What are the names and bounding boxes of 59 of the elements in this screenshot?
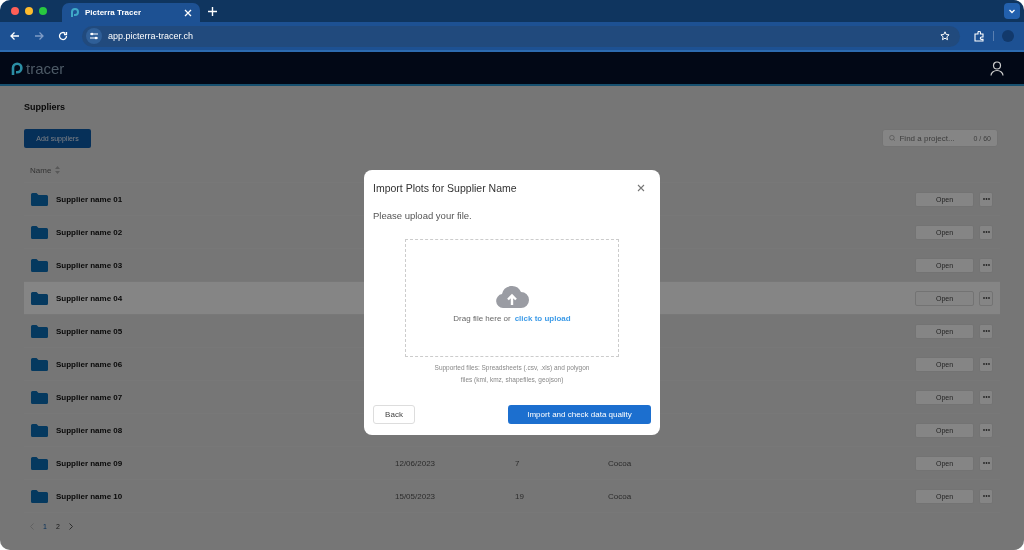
forward-arrow-icon[interactable] — [34, 31, 44, 41]
folder-icon — [31, 390, 48, 404]
upload-link[interactable]: click to upload — [514, 313, 571, 323]
column-header[interactable]: Name — [30, 165, 61, 175]
puzzle-icon[interactable] — [974, 30, 985, 42]
chevron-down-icon[interactable] — [1004, 3, 1020, 19]
more-button[interactable] — [979, 191, 993, 207]
tune-icon[interactable] — [86, 28, 102, 44]
logo-text: tracer — [26, 59, 65, 77]
date-cell: 12/06/2023 — [395, 458, 436, 468]
browser-tab[interactable]: Picterra Tracer — [62, 3, 200, 22]
dialog-prompt: Please upload your file. — [373, 210, 473, 221]
logo-icon — [70, 7, 80, 18]
dialog-title: Import Plots for Supplier Name — [373, 182, 517, 194]
logo-icon[interactable] — [10, 60, 24, 76]
drop-zone[interactable]: Drag file here or click to upload — [405, 239, 619, 357]
sort-icon — [55, 166, 61, 174]
drop-hint: Drag file here or — [453, 313, 511, 323]
page-title: Suppliers — [24, 102, 66, 114]
folder-icon — [31, 324, 48, 338]
folder-icon — [31, 456, 48, 470]
close-icon[interactable] — [637, 184, 645, 192]
more-button[interactable] — [979, 488, 993, 504]
reload-icon[interactable] — [58, 31, 68, 41]
more-button[interactable] — [979, 356, 993, 372]
more-button[interactable] — [979, 422, 993, 438]
user-icon[interactable] — [990, 60, 1004, 76]
more-button[interactable] — [979, 290, 993, 306]
folder-icon — [31, 291, 48, 305]
back-arrow-icon[interactable] — [10, 31, 20, 41]
plots-cell: 7 — [515, 458, 520, 468]
more-button[interactable] — [979, 257, 993, 273]
more-button[interactable] — [979, 224, 993, 240]
more-button[interactable] — [979, 323, 993, 339]
supplier-name[interactable]: Supplier name 09 — [56, 458, 395, 468]
supplier-name[interactable]: Supplier name 10 — [56, 491, 395, 501]
folder-icon — [31, 192, 48, 206]
star-icon[interactable] — [940, 31, 950, 41]
address-field[interactable]: app.picterra-tracer.ch — [82, 25, 960, 47]
search-icon — [889, 133, 896, 143]
folder-icon — [31, 225, 48, 239]
folder-icon — [31, 423, 48, 437]
chevron-right-icon[interactable] — [68, 523, 73, 530]
import-button[interactable]: Import and check data quality — [508, 405, 651, 424]
commodity-cell: Cocoa — [608, 491, 632, 501]
back-button[interactable]: Back — [373, 405, 415, 424]
cloud-upload-icon — [495, 283, 529, 308]
folder-icon — [31, 258, 48, 272]
date-cell: 15/05/2023 — [395, 491, 436, 501]
more-button[interactable] — [979, 389, 993, 405]
plots-cell: 19 — [515, 491, 524, 501]
folder-icon — [31, 489, 48, 503]
folder-icon — [31, 357, 48, 371]
window-controls-icon[interactable] — [10, 6, 50, 16]
plus-icon[interactable] — [208, 6, 217, 16]
more-button[interactable] — [979, 455, 993, 471]
commodity-cell: Cocoa — [608, 458, 632, 468]
tab-title: Picterra Tracer — [85, 8, 143, 17]
search-input[interactable]: Find a project... — [899, 133, 970, 143]
